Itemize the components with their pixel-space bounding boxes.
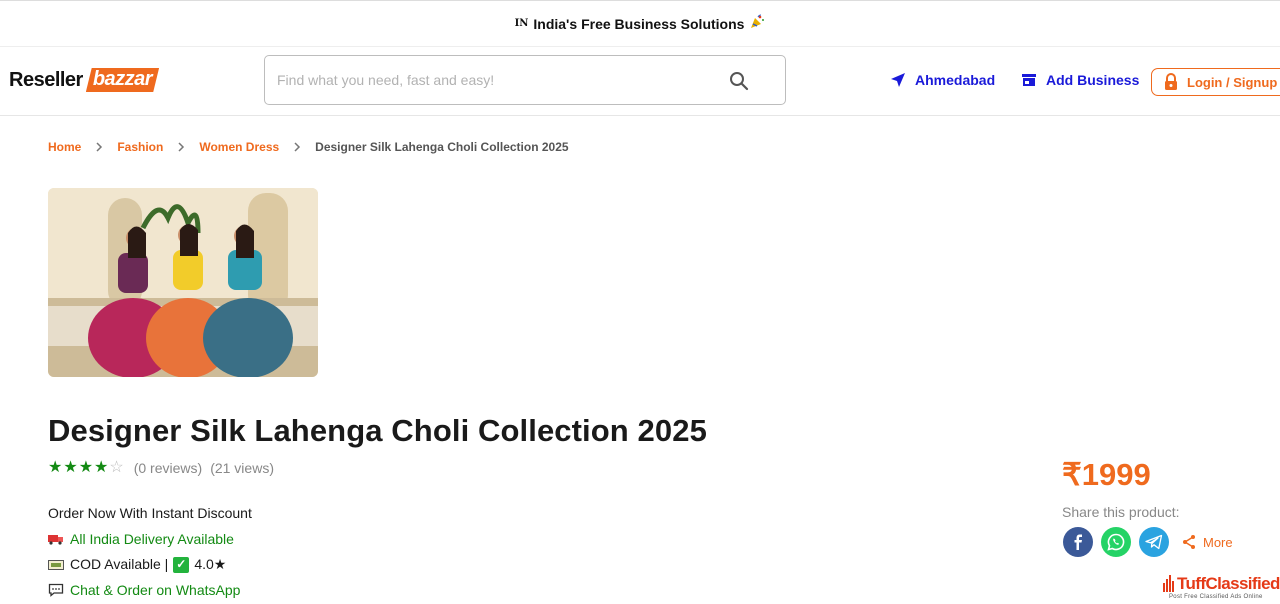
star-filled-icon: ★	[94, 459, 109, 476]
add-business-link[interactable]: Add Business	[1021, 72, 1139, 88]
login-label: Login / Signup	[1187, 74, 1278, 90]
location-arrow-icon	[891, 73, 905, 87]
search-icon[interactable]	[727, 69, 751, 93]
breadcrumb-home[interactable]: Home	[48, 140, 81, 154]
telegram-icon	[1145, 534, 1163, 550]
share-label: Share this product:	[1062, 504, 1180, 520]
desc-line-delivery: All India Delivery Available	[48, 527, 252, 553]
chevron-right-icon	[177, 142, 185, 152]
cash-icon	[48, 559, 64, 571]
chevron-right-icon	[95, 142, 103, 152]
breadcrumb-women-dress[interactable]: Women Dress	[199, 140, 279, 154]
desc-line-whatsapp[interactable]: Chat & Order on WhatsApp	[48, 578, 252, 604]
logo-text-bazzar: bazzar	[85, 68, 160, 92]
view-count: (21 views)	[210, 460, 274, 476]
location-selector[interactable]: Ahmedabad	[890, 72, 995, 88]
login-signup-button[interactable]: Login / Signup	[1151, 68, 1280, 96]
cod-rating-text: 4.0★	[194, 556, 227, 572]
breadcrumb: Home Fashion Women Dress Designer Silk L…	[48, 140, 569, 154]
desc-line-cod: COD Available | ✓ 4.0★	[48, 552, 252, 578]
whatsapp-order-text: Chat & Order on WhatsApp	[70, 581, 241, 598]
offer-text: Order Now With Instant Discount	[48, 505, 252, 521]
store-icon	[1022, 74, 1036, 86]
facebook-icon	[1074, 534, 1082, 550]
watermark-subtitle: Post Free Classified Ads Online	[1169, 594, 1263, 600]
announcement-bar: IN India's Free Business Solutions	[0, 0, 1280, 47]
product-price: ₹1999	[1062, 457, 1151, 492]
more-label: More	[1203, 534, 1233, 550]
breadcrumb-fashion[interactable]: Fashion	[117, 140, 163, 154]
site-logo[interactable]: Reseller bazzar	[9, 68, 160, 92]
share-buttons: More	[1063, 527, 1233, 557]
whatsapp-icon	[1107, 533, 1125, 551]
whatsapp-share-button[interactable]	[1101, 527, 1131, 557]
telegram-share-button[interactable]	[1139, 527, 1169, 557]
delivery-truck-icon	[48, 533, 64, 545]
lock-icon	[1165, 73, 1177, 90]
location-label: Ahmedabad	[915, 72, 996, 88]
product-title: Designer Silk Lahenga Choli Collection 2…	[48, 413, 707, 448]
watermark-title: TuffClassified	[1177, 574, 1280, 593]
logo-text-reseller: Reseller	[9, 68, 83, 91]
star-rating: ★ ★ ★ ★ ☆	[48, 460, 125, 476]
star-filled-icon: ★	[48, 459, 63, 476]
cod-text: COD Available |	[70, 556, 169, 572]
bar-logo-icon	[1163, 575, 1175, 592]
more-share-button[interactable]: More	[1181, 534, 1233, 550]
star-empty-icon: ☆	[109, 459, 124, 476]
india-flag-icon: IN	[514, 18, 529, 29]
desc-line-offer: Order Now With Instant Discount	[48, 501, 252, 527]
tuffclassified-watermark: TuffClassified Post Free Classified Ads …	[1163, 574, 1280, 604]
product-description: Order Now With Instant Discount All Indi…	[48, 501, 252, 603]
product-rating: ★ ★ ★ ★ ☆ (0 reviews) (21 views)	[48, 460, 282, 477]
search-box[interactable]	[264, 55, 786, 105]
add-business-label: Add Business	[1046, 72, 1140, 88]
site-header: Reseller bazzar Ahmedabad Add Business L…	[0, 48, 1280, 116]
star-filled-icon: ★	[78, 459, 94, 476]
star-filled-icon: ★	[63, 459, 78, 476]
announcement-text: India's Free Business Solutions	[533, 15, 745, 32]
search-input[interactable]	[277, 68, 717, 92]
breadcrumb-current: Designer Silk Lahenga Choli Collection 2…	[315, 140, 569, 154]
facebook-share-button[interactable]	[1063, 527, 1093, 557]
review-count[interactable]: (0 reviews)	[134, 460, 202, 476]
chevron-right-icon	[293, 142, 301, 152]
product-image[interactable]	[48, 188, 318, 377]
delivery-text: All India Delivery Available	[70, 530, 234, 547]
check-mark-icon: ✓	[173, 556, 190, 573]
chat-bubble-icon	[48, 583, 64, 598]
party-popper-icon	[749, 14, 765, 33]
share-icon	[1183, 535, 1195, 549]
